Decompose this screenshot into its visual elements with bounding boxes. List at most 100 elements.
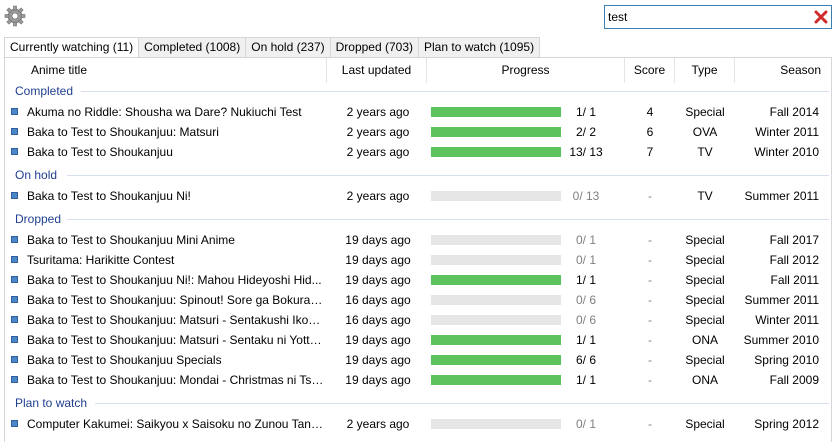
last-updated: 2 years ago: [346, 125, 410, 139]
last-updated: 2 years ago: [346, 105, 410, 119]
type: Special: [685, 273, 725, 287]
anime-title: Baka to Test to Shoukanjuu Ni!: [27, 189, 191, 203]
progress-bar: [431, 275, 561, 285]
score: -: [648, 333, 652, 347]
row-marker-icon: [11, 192, 18, 199]
progress-bar: [431, 191, 561, 201]
table-row[interactable]: Baka to Test to Shoukanjuu: Spinout! Sor…: [5, 290, 831, 310]
progress-text: 0/ 1: [575, 253, 596, 267]
type: ONA: [691, 333, 718, 347]
progress-text: 0/ 1: [575, 233, 596, 247]
progress-fill: [431, 275, 561, 285]
type: Special: [685, 293, 725, 307]
table-row[interactable]: Baka to Test to Shoukanjuu Ni!: Mahou Hi…: [5, 270, 831, 290]
table-row[interactable]: Akuma no Riddle: Shousha wa Dare? Nukiuc…: [5, 102, 831, 122]
progress-text: 2/ 2: [575, 125, 596, 139]
season: Summer 2010: [743, 333, 819, 347]
season: Winter 2010: [754, 145, 819, 159]
progress-bar: [431, 315, 561, 325]
column-title[interactable]: Anime title: [5, 58, 327, 83]
last-updated: 16 days ago: [345, 313, 411, 327]
column-score[interactable]: Score: [625, 58, 675, 83]
season: Fall 2014: [769, 105, 819, 119]
table-row[interactable]: Baka to Test to Shoukanjuu: Mondai - Chr…: [5, 370, 831, 390]
table-row[interactable]: Baka to Test to Shoukanjuu: Matsuri - Se…: [5, 310, 831, 330]
score: 7: [646, 145, 654, 159]
anime-title: Baka to Test to Shoukanjuu: Matsuri - Se…: [27, 313, 325, 327]
tab-completed[interactable]: Completed (1008): [138, 37, 246, 58]
type: OVA: [692, 125, 718, 139]
group-divider: [95, 403, 829, 404]
table-row[interactable]: Baka to Test to Shoukanjuu Ni! 2 years ag…: [5, 186, 831, 206]
table-row[interactable]: Baka to Test to Shoukanjuu 2 years ago 13/…: [5, 142, 831, 162]
score: -: [648, 253, 652, 267]
last-updated: 19 days ago: [345, 333, 411, 347]
search-box[interactable]: [604, 5, 832, 29]
last-updated: 19 days ago: [345, 373, 411, 387]
progress-text: 0/ 6: [575, 313, 596, 327]
anime-title: Baka to Test to Shoukanjuu Ni!: Mahou Hi…: [27, 273, 322, 287]
table-row[interactable]: Computer Kakumei: Saikyou x Saisoku no Z…: [5, 414, 831, 434]
type: Special: [685, 233, 725, 247]
last-updated: 19 days ago: [345, 273, 411, 287]
column-type[interactable]: Type: [675, 58, 735, 83]
gear-icon[interactable]: [4, 5, 26, 27]
last-updated: 2 years ago: [346, 417, 410, 431]
table-row[interactable]: Baka to Test to Shoukanjuu: Matsuri 2 yea…: [5, 122, 831, 142]
progress-bar: [431, 375, 561, 385]
row-marker-icon: [11, 128, 18, 135]
tab-bar: Currently watching (11) Completed (1008)…: [4, 37, 541, 58]
progress-text: 1/ 1: [575, 373, 596, 387]
row-marker-icon: [11, 376, 18, 383]
type: ONA: [691, 373, 718, 387]
column-last-updated[interactable]: Last updated: [327, 58, 427, 83]
score: -: [648, 273, 652, 287]
type: Special: [685, 417, 725, 431]
table-row[interactable]: Baka to Test to Shoukanjuu Mini Anime 19 …: [5, 230, 831, 250]
list-header: Anime title Last updated Progress Score …: [5, 58, 831, 83]
progress-text: 1/ 1: [575, 105, 596, 119]
score: -: [648, 189, 652, 203]
last-updated: 2 years ago: [346, 145, 410, 159]
anime-title: Baka to Test to Shoukanjuu Mini Anime: [27, 233, 235, 247]
row-marker-icon: [11, 296, 18, 303]
type: TV: [697, 145, 713, 159]
anime-title: Akuma no Riddle: Shousha wa Dare? Nukiuc…: [27, 105, 302, 119]
toolbar: [0, 0, 836, 35]
tab-on-hold[interactable]: On hold (237): [245, 37, 330, 58]
anime-title: Tsuritama: Harikitte Contest: [27, 253, 175, 267]
row-marker-icon: [11, 236, 18, 243]
progress-fill: [431, 107, 561, 117]
type: Special: [685, 353, 725, 367]
progress-bar: [431, 419, 561, 429]
row-marker-icon: [11, 148, 18, 155]
progress-fill: [431, 335, 561, 345]
progress-bar: [431, 107, 561, 117]
tab-currently-watching[interactable]: Currently watching (11): [4, 37, 139, 58]
table-row[interactable]: Tsuritama: Harikitte Contest 19 days ago 0…: [5, 250, 831, 270]
score: 4: [646, 105, 654, 119]
score: 6: [646, 125, 654, 139]
row-marker-icon: [11, 316, 18, 323]
last-updated: 19 days ago: [345, 233, 411, 247]
table-row[interactable]: Baka to Test to Shoukanjuu Specials 19 da…: [5, 350, 831, 370]
type: Special: [685, 253, 725, 267]
tab-dropped[interactable]: Dropped (703): [329, 37, 419, 58]
progress-bar: [431, 335, 561, 345]
row-marker-icon: [11, 256, 18, 263]
search-input[interactable]: [608, 8, 808, 26]
clear-search-icon[interactable]: [814, 10, 828, 24]
season: Winter 2011: [755, 313, 819, 327]
column-progress[interactable]: Progress: [427, 58, 625, 83]
progress-text: 1/ 1: [575, 273, 596, 287]
anime-title: Baka to Test to Shoukanjuu: Spinout! Sor…: [27, 293, 325, 307]
progress-fill: [431, 355, 561, 365]
tab-plan-to-watch[interactable]: Plan to watch (1095): [418, 37, 541, 58]
type: TV: [697, 189, 713, 203]
table-row[interactable]: Baka to Test to Shoukanjuu: Matsuri - Se…: [5, 330, 831, 350]
progress-bar: [431, 127, 561, 137]
column-season[interactable]: Season: [735, 58, 831, 83]
anime-title: Baka to Test to Shoukanjuu: [27, 145, 173, 159]
season: Spring 2012: [754, 417, 819, 431]
group-header-dropped: Dropped: [15, 212, 62, 226]
